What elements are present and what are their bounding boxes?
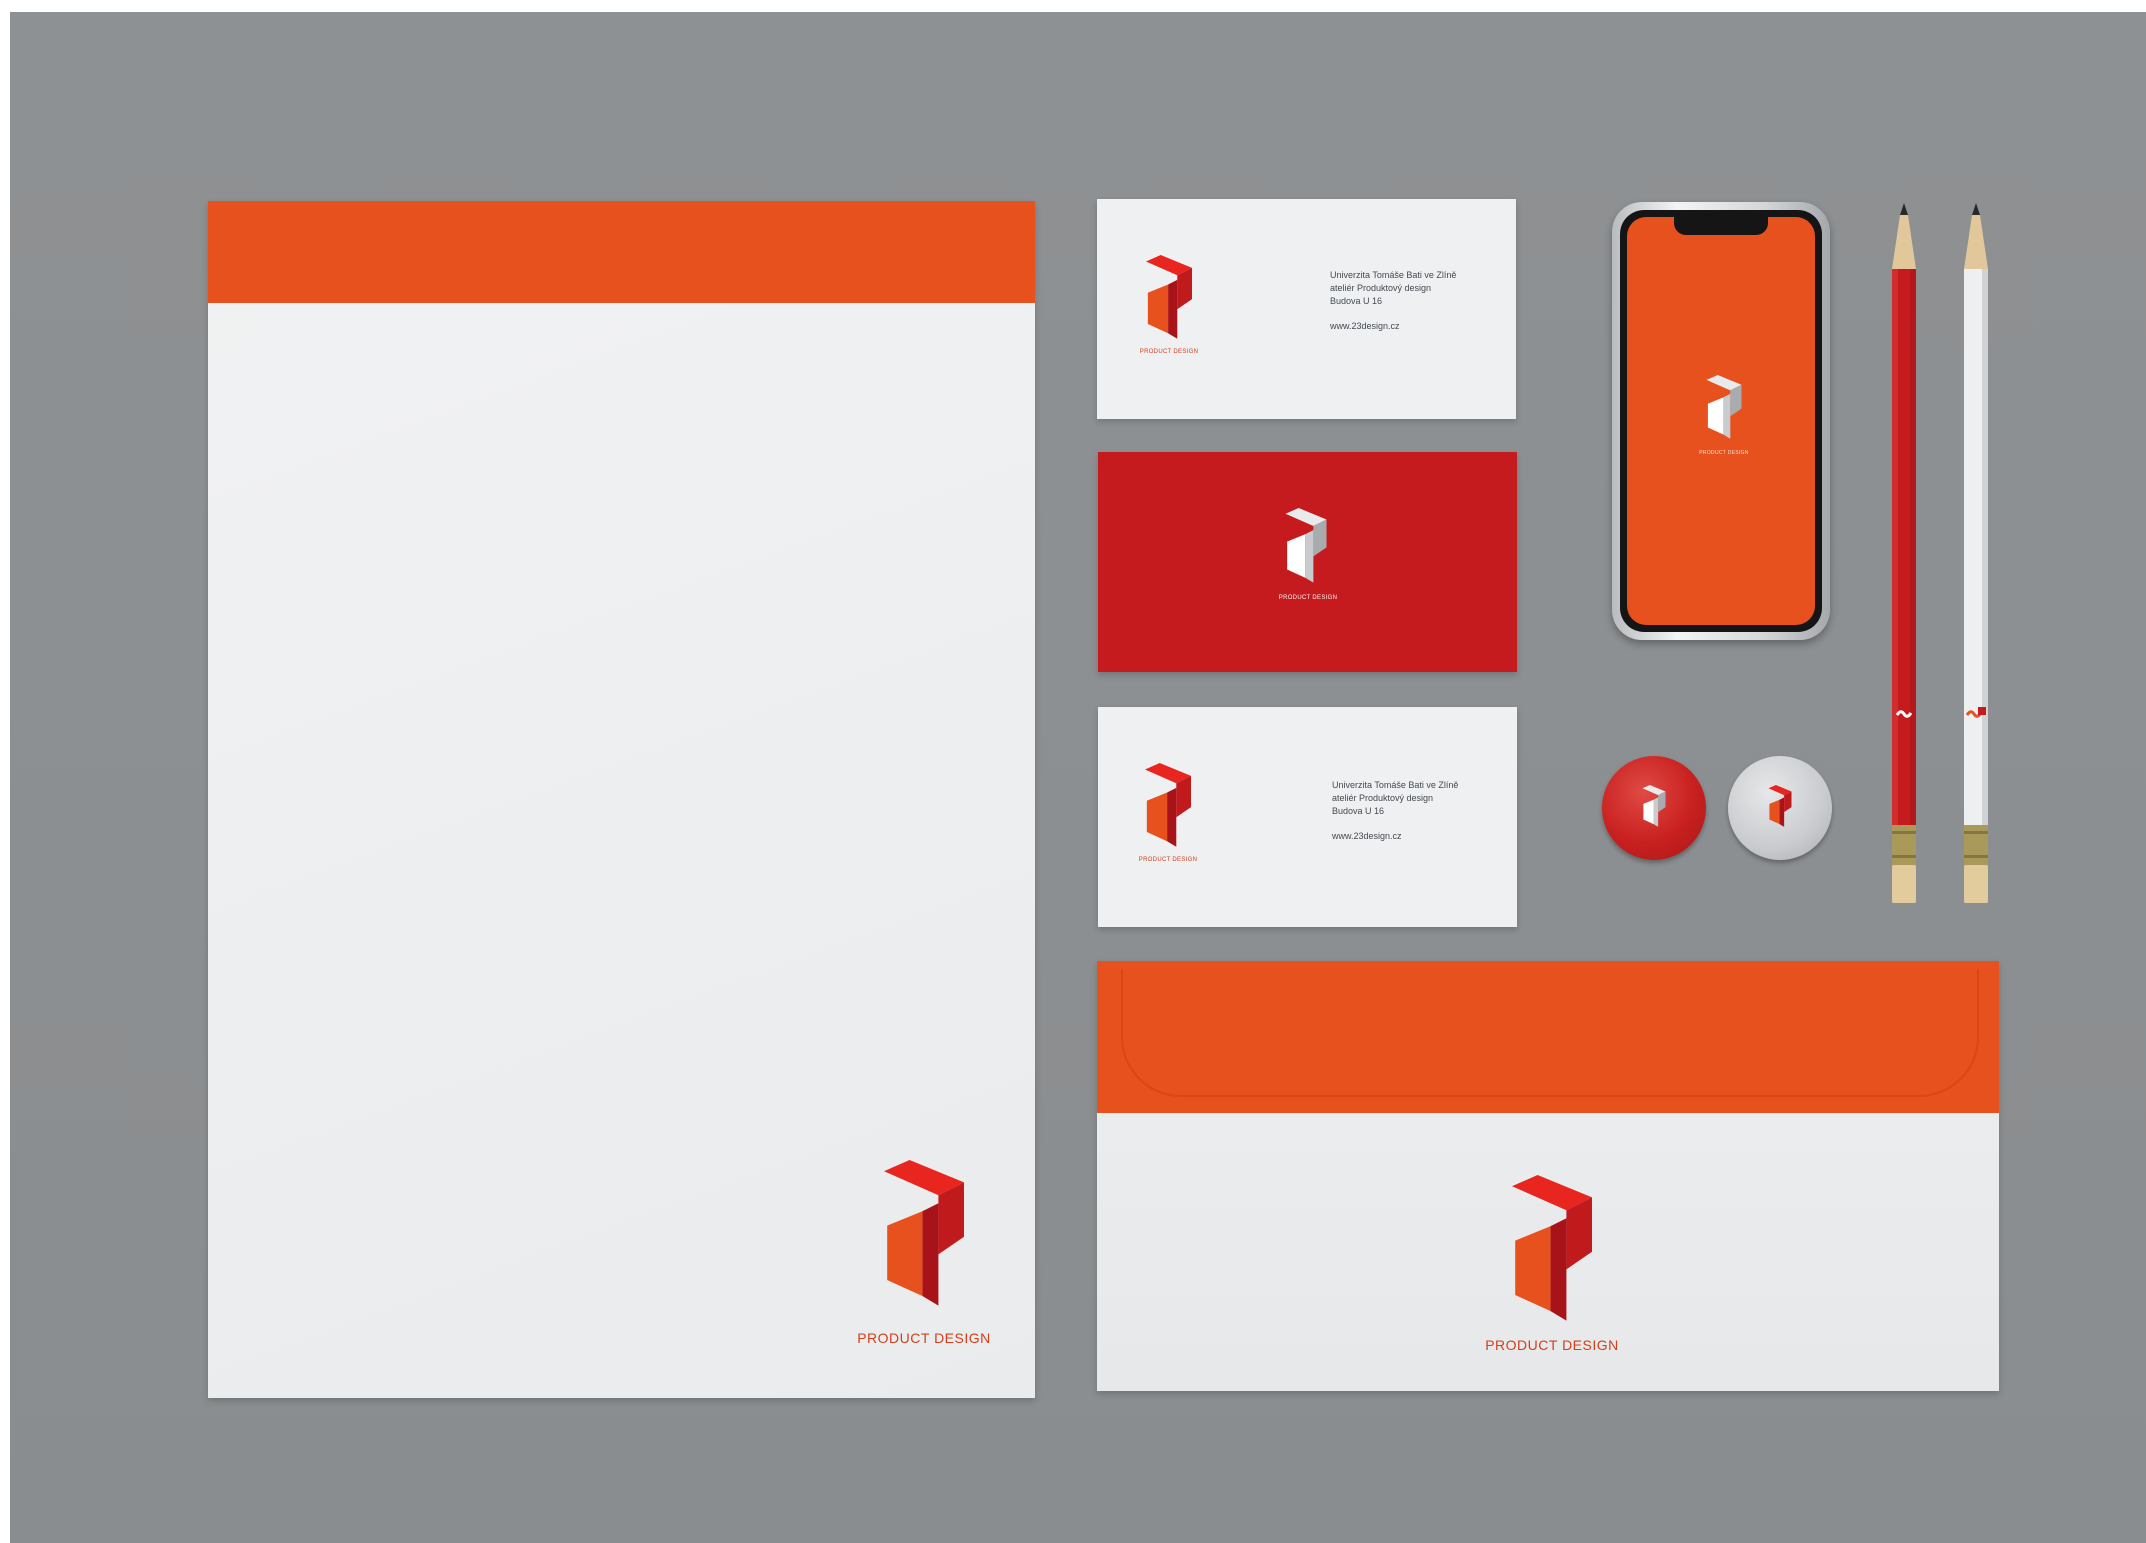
business-card-back: PRODUCT DESIGN Univerzita Tomáše Bati ve… xyxy=(1098,707,1517,927)
red-pencil xyxy=(1892,203,1916,903)
red-pin-badge xyxy=(1602,756,1706,860)
card-address-line: Budova U 16 xyxy=(1330,296,1383,306)
card-address-line: ateliér Produktový design xyxy=(1330,283,1432,293)
card-address: Univerzita Tomáše Bati ve Zlíně ateliér … xyxy=(1332,779,1458,818)
phone-screen: PRODUCT DESIGN xyxy=(1627,217,1815,625)
product-design-logo-icon xyxy=(1146,255,1192,347)
envelope-flap-fold xyxy=(1121,969,1979,1097)
card-address-line: Univerzita Tomáše Bati ve Zlíně xyxy=(1330,270,1457,280)
envelope: PRODUCT DESIGN xyxy=(1097,961,1999,1391)
card-logo-caption: PRODUCT DESIGN xyxy=(1139,349,1199,355)
letterhead-sheet: PRODUCT DESIGN xyxy=(208,201,1035,1398)
business-card-red: PRODUCT DESIGN xyxy=(1098,452,1517,672)
grey-pin-badge xyxy=(1728,756,1832,860)
card-address: Univerzita Tomáše Bati ve Zlíně ateliér … xyxy=(1330,269,1456,308)
product-design-logo-icon xyxy=(1512,1175,1592,1335)
smartphone: PRODUCT DESIGN xyxy=(1612,202,1830,640)
card-address-line: ateliér Produktový design xyxy=(1332,793,1434,803)
phone-notch xyxy=(1674,217,1768,235)
card-red-caption: PRODUCT DESIGN xyxy=(1278,595,1338,601)
envelope-caption: PRODUCT DESIGN xyxy=(1485,1337,1619,1353)
product-design-logo-icon xyxy=(1641,785,1667,831)
card-web-address: www.23design.cz xyxy=(1332,831,1402,841)
product-design-logo-icon xyxy=(1706,375,1742,445)
white-pencil xyxy=(1964,203,1988,903)
card-address-line: Univerzita Tomáše Bati ve Zlíně xyxy=(1332,780,1459,790)
card-web-address: www.23design.cz xyxy=(1330,321,1400,331)
letterhead-orange-band xyxy=(208,201,1035,303)
envelope-orange-flap xyxy=(1097,961,1999,1113)
product-design-logo-icon xyxy=(1767,785,1793,831)
letterhead-caption: PRODUCT DESIGN xyxy=(857,1330,991,1346)
business-card-front: PRODUCT DESIGN Univerzita Tomáše Bati ve… xyxy=(1097,199,1516,419)
phone-caption: PRODUCT DESIGN xyxy=(1699,450,1749,456)
stationery-mockup-scene: PRODUCT DESIGN PRODUCT DESIGN Univerzita… xyxy=(0,0,2146,1543)
phone-bezel: PRODUCT DESIGN xyxy=(1620,210,1822,632)
product-design-logo-icon xyxy=(1145,763,1191,855)
product-design-logo-icon xyxy=(884,1159,964,1321)
product-design-logo-icon xyxy=(1284,508,1328,590)
card-address-line: Budova U 16 xyxy=(1332,806,1385,816)
card-logo-caption: PRODUCT DESIGN xyxy=(1138,857,1198,863)
